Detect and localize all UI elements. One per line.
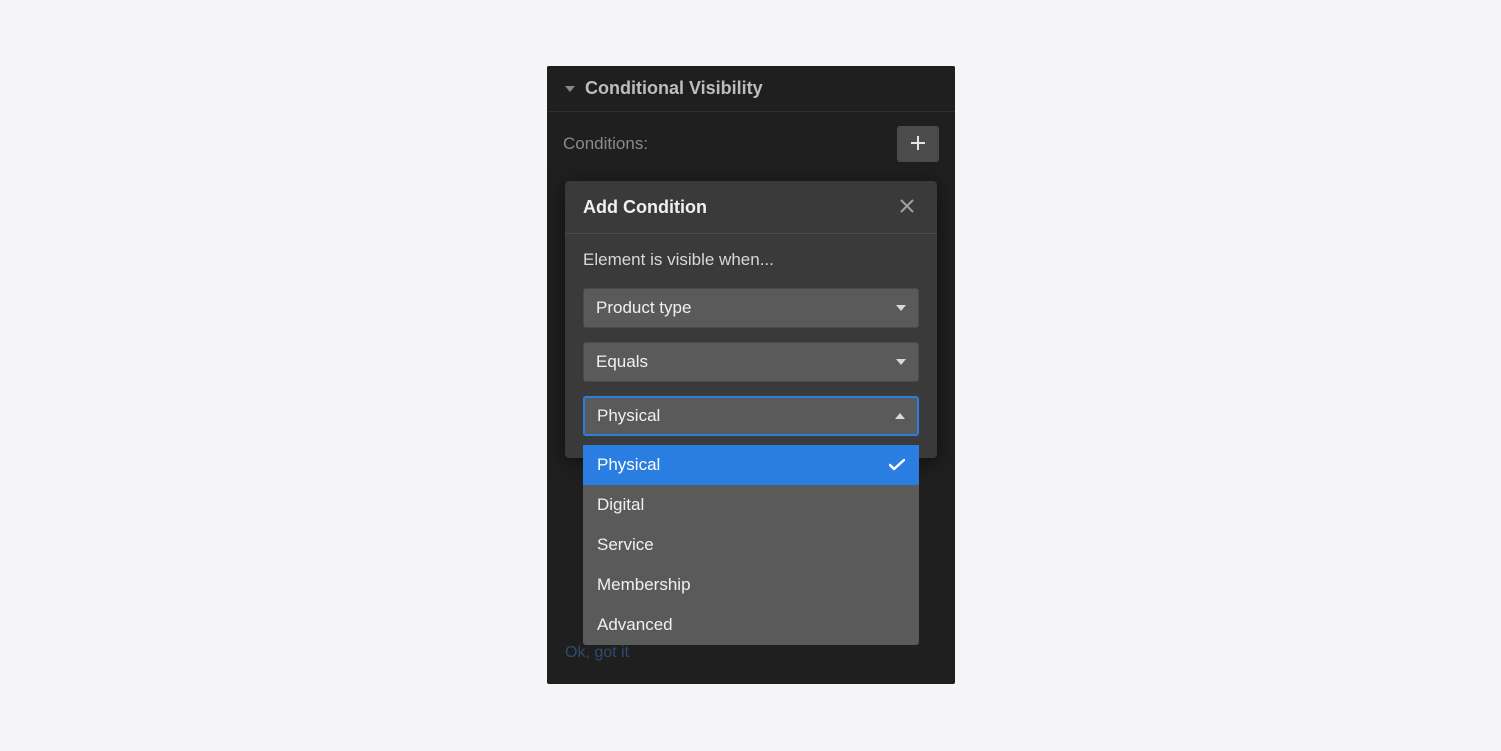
- plus-icon: [911, 133, 925, 156]
- dropdown-option[interactable]: Service: [583, 525, 919, 565]
- option-label: Advanced: [597, 615, 673, 635]
- caret-down-icon: [565, 86, 575, 92]
- operator-select-value: Equals: [596, 352, 648, 372]
- close-icon: [900, 196, 914, 219]
- dropdown-option[interactable]: Physical: [583, 445, 919, 485]
- option-label: Service: [597, 535, 654, 555]
- dropdown-option[interactable]: Digital: [583, 485, 919, 525]
- ok-got-it-link[interactable]: Ok, got it: [565, 644, 629, 662]
- modal-prompt: Element is visible when...: [583, 250, 919, 270]
- conditions-row: Conditions:: [547, 112, 955, 174]
- close-button[interactable]: [895, 195, 919, 219]
- field-select-value: Product type: [596, 298, 691, 318]
- chevron-down-icon: [896, 305, 906, 311]
- chevron-down-icon: [896, 359, 906, 365]
- dropdown-option[interactable]: Membership: [583, 565, 919, 605]
- add-condition-button[interactable]: [897, 126, 939, 162]
- modal-title: Add Condition: [583, 197, 707, 218]
- value-select-value: Physical: [597, 406, 660, 426]
- conditions-label: Conditions:: [563, 134, 648, 154]
- section-title: Conditional Visibility: [585, 78, 763, 99]
- option-label: Physical: [597, 455, 660, 475]
- modal-body: Element is visible when... Product type …: [565, 234, 937, 458]
- modal-header: Add Condition: [565, 181, 937, 234]
- option-label: Membership: [597, 575, 691, 595]
- chevron-up-icon: [895, 413, 905, 419]
- value-dropdown: Physical Digital Service Membership Advanced: [583, 445, 919, 645]
- check-icon: [889, 459, 905, 471]
- field-select[interactable]: Product type: [583, 288, 919, 328]
- operator-select[interactable]: Equals: [583, 342, 919, 382]
- option-label: Digital: [597, 495, 644, 515]
- conditional-visibility-panel: Conditional Visibility Conditions: Ok, g…: [547, 66, 955, 684]
- section-header[interactable]: Conditional Visibility: [547, 66, 955, 112]
- value-select[interactable]: Physical: [583, 396, 919, 436]
- dropdown-option[interactable]: Advanced: [583, 605, 919, 645]
- add-condition-modal: Add Condition Element is visible when...…: [565, 181, 937, 458]
